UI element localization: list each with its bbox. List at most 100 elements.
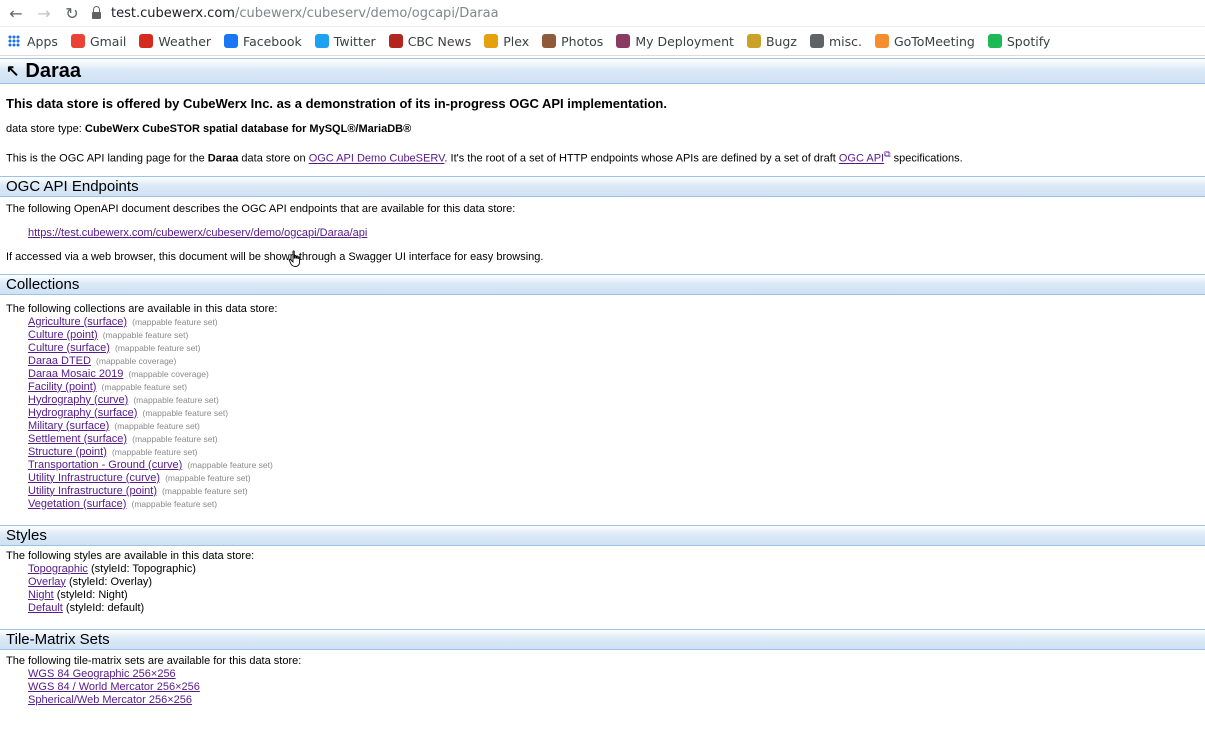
collections-heading: Collections bbox=[0, 273, 1205, 295]
list-item: Spherical/Web Mercator 256×256 bbox=[28, 694, 1205, 707]
bookmark-label: Apps bbox=[27, 33, 58, 49]
url-field[interactable]: test.cubewerx.com/cubewerx/cubeserv/demo… bbox=[92, 5, 499, 21]
store-type-label: data store type: bbox=[6, 123, 85, 135]
bookmark-gmail[interactable]: Gmail bbox=[70, 33, 127, 49]
list-item: WGS 84 / World Mercator 256×256 bbox=[28, 681, 1205, 694]
collection-type: (mappable feature set) bbox=[102, 329, 189, 340]
bookmark-misc[interactable]: misc. bbox=[809, 33, 862, 49]
collection-type: (mappable feature set) bbox=[114, 420, 200, 431]
collection-link[interactable]: Culture (point) bbox=[28, 329, 98, 341]
collection-link[interactable]: Agriculture (surface) bbox=[28, 316, 127, 328]
bookmark-plex[interactable]: Plex bbox=[484, 34, 529, 49]
bookmark-favicon-icon bbox=[809, 34, 824, 48]
list-item: Hydrography (curve) (mappable feature se… bbox=[28, 394, 1205, 407]
styles-list: Topographic (styleId: Topographic) Overla… bbox=[28, 563, 1205, 615]
list-item: Structure (point) (mappable feature set) bbox=[28, 446, 1205, 459]
bookmark-label: Gmail bbox=[89, 33, 127, 49]
landing-post: specifications. bbox=[890, 152, 963, 165]
api-document-link[interactable]: https://test.cubewerx.com/cubewerx/cubes… bbox=[28, 227, 367, 239]
style-id: (styleId: Overlay) bbox=[68, 575, 153, 588]
style-link[interactable]: Topographic bbox=[28, 563, 88, 575]
list-item: Culture (point) (mappable feature set) bbox=[28, 329, 1205, 342]
list-item: Facility (point) (mappable feature set) bbox=[28, 381, 1205, 394]
collection-type: (mappable feature set) bbox=[111, 446, 198, 457]
forward-arrow-icon[interactable]: → bbox=[32, 4, 56, 23]
bookmark-favicon-icon bbox=[987, 34, 1002, 48]
endpoints-note: If accessed via a web browser, this docu… bbox=[6, 250, 544, 263]
style-link[interactable]: Overlay bbox=[28, 576, 66, 588]
collection-link[interactable]: Daraa Mosaic 2019 bbox=[28, 368, 123, 380]
back-arrow-icon[interactable]: ← bbox=[4, 4, 28, 23]
style-link[interactable]: Default bbox=[28, 602, 63, 614]
collection-link[interactable]: Vegetation (surface) bbox=[28, 498, 126, 510]
address-bar: ← → ↻ test.cubewerx.com/cubewerx/cubeser… bbox=[0, 0, 1205, 27]
list-item: Daraa Mosaic 2019 (mappable coverage) bbox=[28, 368, 1205, 381]
style-id: (styleId: Topographic) bbox=[91, 562, 196, 575]
up-arrow-icon[interactable]: ↖ bbox=[6, 61, 19, 81]
bookmark-favicon-icon bbox=[314, 34, 329, 48]
bookmark-label: Bugz bbox=[765, 33, 797, 49]
bookmark-weather[interactable]: Weather bbox=[139, 34, 211, 49]
collection-link[interactable]: Daraa DTED bbox=[28, 355, 91, 367]
bookmark-favicon-icon bbox=[484, 34, 499, 48]
cubeserv-link[interactable]: OGC API Demo CubeSERV bbox=[309, 153, 445, 165]
bookmark-facebook[interactable]: Facebook bbox=[224, 34, 302, 49]
bookmark-apps[interactable]: Apps bbox=[8, 34, 58, 49]
collection-link[interactable]: Facility (point) bbox=[28, 381, 96, 393]
collection-link[interactable]: Hydrography (surface) bbox=[28, 407, 137, 419]
collection-type: (mappable feature set) bbox=[162, 485, 248, 496]
endpoints-link-row: https://test.cubewerx.com/cubewerx/cubes… bbox=[28, 227, 1205, 240]
bookmark-spotify[interactable]: Spotify bbox=[987, 33, 1051, 49]
list-item: Night (styleId: Night) bbox=[28, 589, 1205, 602]
collection-link[interactable]: Structure (point) bbox=[28, 446, 107, 458]
bookmark-bugz[interactable]: Bugz bbox=[746, 33, 797, 49]
bookmark-label: CBC News bbox=[407, 33, 472, 49]
bookmark-label: Plex bbox=[503, 33, 530, 49]
list-item: WGS 84 Geographic 256×256 bbox=[28, 668, 1205, 681]
bookmark-gotomeeting[interactable]: GoToMeeting bbox=[874, 34, 975, 49]
bookmarks-bar: Apps Gmail Weather Facebook Twitter CBC News P… bbox=[0, 27, 1205, 56]
collection-link[interactable]: Military (surface) bbox=[28, 420, 109, 432]
bookmark-cbc-news[interactable]: CBC News bbox=[388, 33, 472, 49]
bookmark-favicon-icon bbox=[139, 34, 154, 48]
bookmark-label: Weather bbox=[158, 33, 212, 49]
bookmark-favicon-icon bbox=[70, 34, 85, 48]
tile-matrix-set-link[interactable]: WGS 84 Geographic 256×256 bbox=[28, 668, 176, 680]
collection-link[interactable]: Utility Infrastructure (point) bbox=[28, 485, 157, 497]
styles-desc: The following styles are available in th… bbox=[6, 549, 255, 562]
store-type: data store type: CubeWerx CubeSTOR spati… bbox=[6, 123, 1199, 136]
landing-name: Daraa bbox=[207, 152, 239, 165]
collection-link[interactable]: Utility Infrastructure (curve) bbox=[28, 472, 160, 484]
page-title-text: Daraa bbox=[25, 59, 82, 82]
tile-matrix-set-link[interactable]: WGS 84 / World Mercator 256×256 bbox=[28, 681, 200, 693]
collection-link[interactable]: Transportation - Ground (curve) bbox=[28, 459, 182, 471]
bookmark-label: Photos bbox=[561, 33, 604, 49]
tile-matrix-set-link[interactable]: Spherical/Web Mercator 256×256 bbox=[28, 694, 192, 706]
bookmark-label: My Deployment bbox=[635, 33, 734, 49]
collection-type: (mappable coverage) bbox=[128, 368, 209, 379]
reload-icon[interactable]: ↻ bbox=[60, 4, 84, 23]
bookmark-label: misc. bbox=[828, 33, 862, 49]
collection-type: (mappable feature set) bbox=[142, 407, 229, 418]
tms-desc: The following tile-matrix sets are avail… bbox=[6, 654, 302, 667]
ogc-api-link[interactable]: OGC API bbox=[839, 153, 884, 165]
endpoints-desc: The following OpenAPI document describes… bbox=[6, 202, 516, 215]
endpoints-heading: OGC API Endpoints bbox=[0, 175, 1205, 197]
collection-link[interactable]: Culture (surface) bbox=[28, 342, 110, 354]
list-item: Topographic (styleId: Topographic) bbox=[28, 563, 1205, 576]
bookmark-photos[interactable]: Photos bbox=[542, 34, 603, 49]
collection-type: (mappable feature set) bbox=[131, 498, 218, 509]
hand-cursor-icon bbox=[288, 250, 301, 267]
bookmark-twitter[interactable]: Twitter bbox=[314, 34, 376, 49]
tms-heading: Tile-Matrix Sets bbox=[0, 628, 1205, 650]
list-item: Vegetation (surface) (mappable feature s… bbox=[28, 498, 1205, 511]
collection-link[interactable]: Hydrography (curve) bbox=[28, 394, 128, 406]
styles-heading: Styles bbox=[0, 524, 1205, 546]
collection-link[interactable]: Settlement (surface) bbox=[28, 433, 127, 445]
landing-mid: data store on bbox=[238, 152, 309, 165]
bookmark-my-deployment[interactable]: My Deployment bbox=[616, 34, 734, 49]
list-item: Military (surface) (mappable feature set… bbox=[28, 420, 1205, 433]
collection-type: (mappable feature set) bbox=[132, 316, 218, 327]
style-link[interactable]: Night bbox=[28, 589, 54, 601]
bookmark-label: Spotify bbox=[1006, 33, 1051, 49]
